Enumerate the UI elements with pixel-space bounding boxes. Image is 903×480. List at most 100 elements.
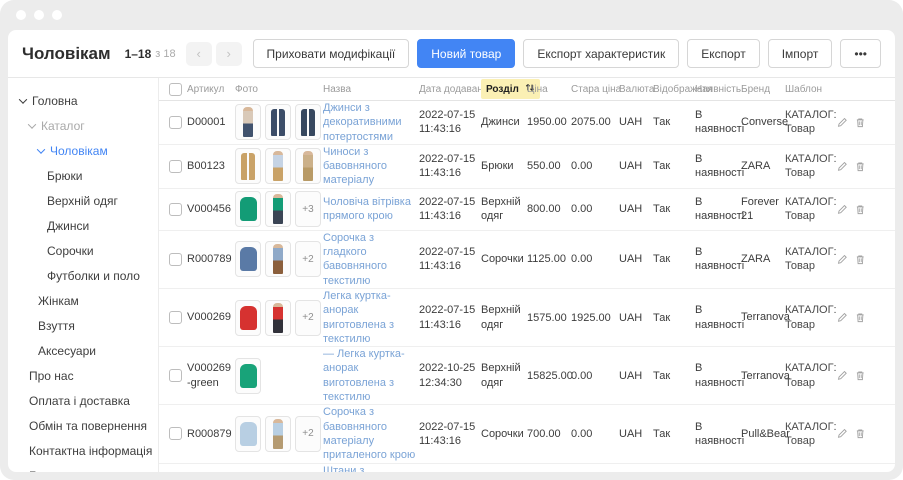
product-sku: V000269 xyxy=(187,310,233,324)
hide-modifications-button[interactable]: Приховати модифікації xyxy=(253,39,410,68)
product-sku: V000456 xyxy=(187,202,233,216)
edit-icon[interactable] xyxy=(837,160,848,173)
row-actions xyxy=(837,369,865,382)
row-checkbox[interactable] xyxy=(169,160,182,173)
delete-icon[interactable] xyxy=(855,369,866,382)
row-checkbox[interactable] xyxy=(169,203,182,216)
delete-icon[interactable] xyxy=(855,311,866,324)
row-checkbox[interactable] xyxy=(169,427,182,440)
date-value: 2022-07-15 xyxy=(419,245,479,259)
pagination-range: 1–18 xyxy=(125,47,152,61)
table-row: B000321+2Штани з бавовняного матеріалу п… xyxy=(159,464,895,472)
sidebar-item-обмін-та-повернення[interactable]: Обмін та повернення xyxy=(8,413,158,438)
product-availability: В наявності xyxy=(695,361,739,390)
delete-icon[interactable] xyxy=(855,427,866,440)
template-value: Товар xyxy=(785,122,835,136)
sidebar-item-верхній-одяг[interactable]: Верхній одяг xyxy=(8,188,158,213)
export-characteristics-button[interactable]: Експорт характеристик xyxy=(523,39,679,68)
product-availability: В наявності xyxy=(695,245,739,274)
product-name-link[interactable]: Чиноси з бавовняного матеріалу xyxy=(323,145,417,188)
product-sku: V000269-green xyxy=(187,361,233,390)
product-name-link[interactable]: Штани з бавовняного матеріалу прямого кр… xyxy=(323,464,417,472)
export-button[interactable]: Експорт xyxy=(687,39,759,68)
template-type: КАТАЛОГ: xyxy=(785,108,835,122)
edit-icon[interactable] xyxy=(837,203,848,216)
new-product-button[interactable]: Новий товар xyxy=(417,39,515,68)
sidebar-item-головна[interactable]: Головна xyxy=(8,88,158,113)
sidebar-item-каталог[interactable]: Каталог xyxy=(8,113,158,138)
product-section: Сорочки xyxy=(481,252,525,266)
product-name-link[interactable]: Джинси з декоративними потертостями xyxy=(323,101,417,144)
product-name-link[interactable]: Легка куртка-анорак виготовлена з тексти… xyxy=(323,289,417,346)
sidebar-item-жінкам[interactable]: Жінкам xyxy=(8,288,158,313)
product-photos: +2 xyxy=(235,416,321,452)
product-brand: Terranova xyxy=(741,310,783,324)
product-name-link[interactable]: Сорочка з гладкого бавовняного текстилю xyxy=(323,231,417,288)
row-checkbox[interactable] xyxy=(169,116,182,129)
delete-icon[interactable] xyxy=(855,253,866,266)
sidebar-item-label: Блог xyxy=(29,469,55,473)
row-actions xyxy=(837,203,865,216)
sidebar-item-label: Аксесуари xyxy=(38,344,96,358)
row-checkbox[interactable] xyxy=(169,311,182,324)
main-area: Головна КаталогЧоловікамБрюкиВерхній одяг… xyxy=(8,78,895,472)
product-old-price: 0.00 xyxy=(571,428,617,440)
more-actions-button[interactable]: ••• xyxy=(840,39,881,68)
edit-icon[interactable] xyxy=(837,369,848,382)
import-button[interactable]: Імпорт xyxy=(768,39,833,68)
time-value: 11:43:16 xyxy=(419,122,479,136)
product-name-link[interactable]: — Легка куртка-анорак виготовлена з текс… xyxy=(323,347,417,404)
sidebar-item-label: Головна xyxy=(32,94,78,108)
edit-icon[interactable] xyxy=(837,311,848,324)
date-value: 2022-07-15 xyxy=(419,195,479,209)
delete-icon[interactable] xyxy=(855,160,866,173)
select-all-checkbox[interactable] xyxy=(169,83,182,96)
sidebar-item-брюки[interactable]: Брюки xyxy=(8,163,158,188)
sidebar-item-оплата-і-доставка[interactable]: Оплата і доставка xyxy=(8,388,158,413)
product-name-link[interactable]: Сорочка з бавовняного матеріалу притален… xyxy=(323,405,417,462)
sidebar-item-футболки-и-поло[interactable]: Футболки и поло xyxy=(8,263,158,288)
figure-graphic xyxy=(303,151,313,181)
sidebar-item-label: Оплата і доставка xyxy=(29,394,130,408)
date-value: 2022-07-15 xyxy=(419,152,479,166)
pants-graphic xyxy=(271,109,285,136)
sidebar-item-label: Контактна інформація xyxy=(29,444,152,458)
date-added: 2022-10-2512:34:30 xyxy=(419,361,479,390)
delete-icon[interactable] xyxy=(855,203,866,216)
pagination-total: з 18 xyxy=(155,48,175,60)
sidebar-item-контактна-інформація[interactable]: Контактна інформація xyxy=(8,438,158,463)
table-header-row: АртикулФотоНазваДата додаванняРозділЦіна… xyxy=(159,78,895,101)
sidebar-item-label: Сорочки xyxy=(47,244,94,258)
top-graphic xyxy=(240,306,257,330)
window-minimize-button[interactable] xyxy=(34,10,44,20)
pagination-prev-button[interactable]: ‹ xyxy=(186,42,212,66)
sidebar-item-чоловікам[interactable]: Чоловікам xyxy=(8,138,158,163)
sidebar-item-джинси[interactable]: Джинси xyxy=(8,213,158,238)
sidebar-item-label: Обмін та повернення xyxy=(29,419,147,433)
edit-icon[interactable] xyxy=(837,427,848,440)
pants-graphic xyxy=(301,109,315,136)
row-checkbox[interactable] xyxy=(169,253,182,266)
delete-icon[interactable] xyxy=(855,116,866,129)
sidebar-item-аксесуари[interactable]: Аксесуари xyxy=(8,338,158,363)
template-value: Товар xyxy=(785,259,835,273)
product-photo xyxy=(235,358,261,394)
sidebar: Головна КаталогЧоловікамБрюкиВерхній одяг… xyxy=(8,78,159,472)
product-currency: UAH xyxy=(619,116,651,128)
edit-icon[interactable] xyxy=(837,253,848,266)
product-photos xyxy=(235,104,321,140)
sidebar-item-про-нас[interactable]: Про нас xyxy=(8,363,158,388)
sidebar-item-сорочки[interactable]: Сорочки xyxy=(8,238,158,263)
edit-icon[interactable] xyxy=(837,116,848,129)
page-title: Чоловікам xyxy=(22,44,111,64)
time-value: 11:43:16 xyxy=(419,209,479,223)
top-graphic xyxy=(240,364,257,388)
pagination-next-button[interactable]: › xyxy=(216,42,242,66)
window-maximize-button[interactable] xyxy=(52,10,62,20)
row-checkbox[interactable] xyxy=(169,369,182,382)
window-close-button[interactable] xyxy=(16,10,26,20)
time-value: 11:43:16 xyxy=(419,318,479,332)
sidebar-item-блог[interactable]: Блог xyxy=(8,463,158,472)
sidebar-item-взуття[interactable]: Взуття xyxy=(8,313,158,338)
product-name-link[interactable]: Чоловіча вітрівка прямого крою xyxy=(323,195,417,224)
